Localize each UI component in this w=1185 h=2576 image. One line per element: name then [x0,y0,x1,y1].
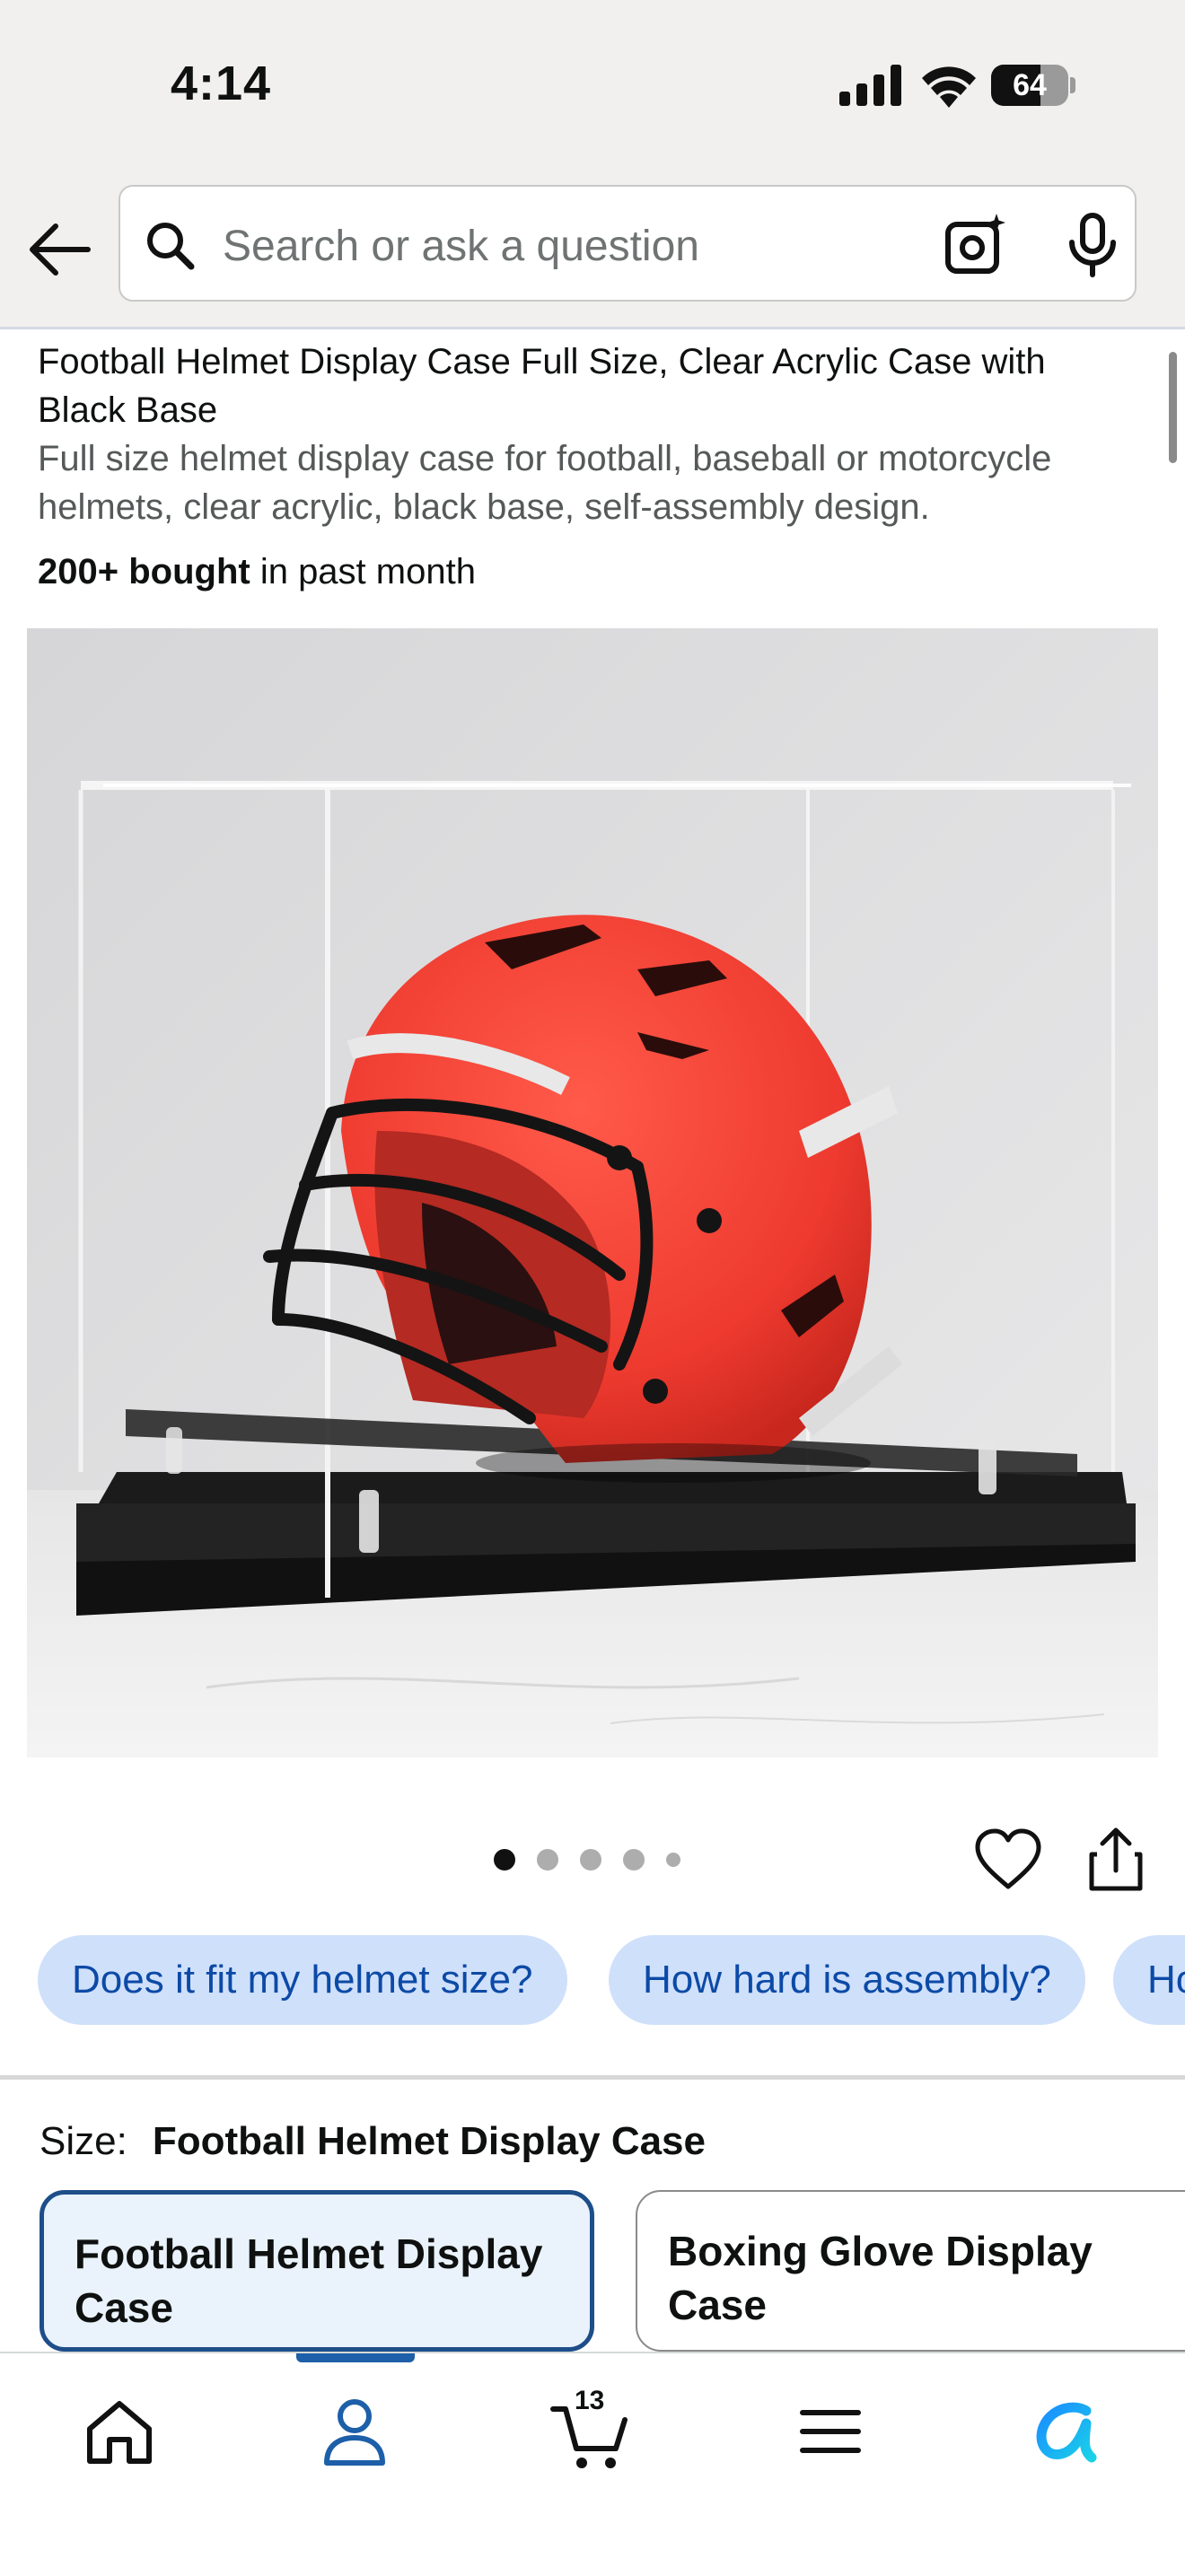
carousel-dot[interactable] [623,1849,645,1871]
search-icon [147,223,195,270]
cart-count-badge: 13 [575,2386,605,2415]
size-selector-header: Size: Football Helmet Display Case [40,2116,706,2167]
search-box[interactable] [118,185,1137,302]
size-option-boxing-glove[interactable]: Boxing Glove Display Case [636,2190,1185,2352]
size-option-football-helmet[interactable]: Football Helmet Display Case [40,2190,594,2352]
back-arrow-icon[interactable] [22,212,97,287]
bought-count: 200+ bought [38,552,250,591]
camera-search-icon[interactable] [943,212,1009,278]
size-label: Size: [40,2119,127,2163]
size-selected-value: Football Helmet Display Case [152,2119,706,2163]
home-icon[interactable] [79,2391,160,2472]
suggested-questions: Does it fit my helmet size? How hard is … [0,1935,1185,2025]
bottom-navigation-bar: 13 [0,2352,1185,2576]
product-image[interactable] [27,628,1158,1757]
search-input[interactable] [221,206,1014,285]
active-tab-indicator [296,2353,415,2362]
bought-in-past-month: 200+ bought in past month [38,548,476,596]
profile-icon[interactable] [314,2391,395,2472]
question-chip[interactable]: How [1113,1935,1185,2025]
battery-percent: 64 [1013,68,1047,102]
carousel-dot[interactable] [666,1853,680,1867]
search-header [0,180,1185,329]
status-bar: 4:14 64 [0,0,1185,180]
rufus-icon[interactable] [1023,2391,1104,2472]
carousel-dot[interactable] [580,1849,601,1871]
share-icon[interactable] [1084,1826,1147,1894]
page-scrollbar[interactable] [1169,352,1177,463]
menu-icon[interactable] [790,2391,871,2472]
question-chip[interactable]: Does it fit my helmet size? [38,1935,567,2025]
carousel-dot[interactable] [494,1849,515,1871]
product-title[interactable]: Football Helmet Display Case Full Size, … [38,337,1142,434]
wifi-icon [922,66,976,108]
cellular-signal-icon [839,65,901,106]
section-divider [0,2075,1185,2080]
heart-icon[interactable] [973,1827,1043,1892]
bought-period: in past month [250,552,476,591]
question-chip[interactable]: How hard is assembly? [609,1935,1085,2025]
carousel-dot[interactable] [537,1849,558,1871]
status-time: 4:14 [171,57,272,110]
product-description: Full size helmet display case for footba… [38,439,1052,527]
battery-icon: 64 [991,65,1077,106]
microphone-icon[interactable] [1061,212,1124,278]
